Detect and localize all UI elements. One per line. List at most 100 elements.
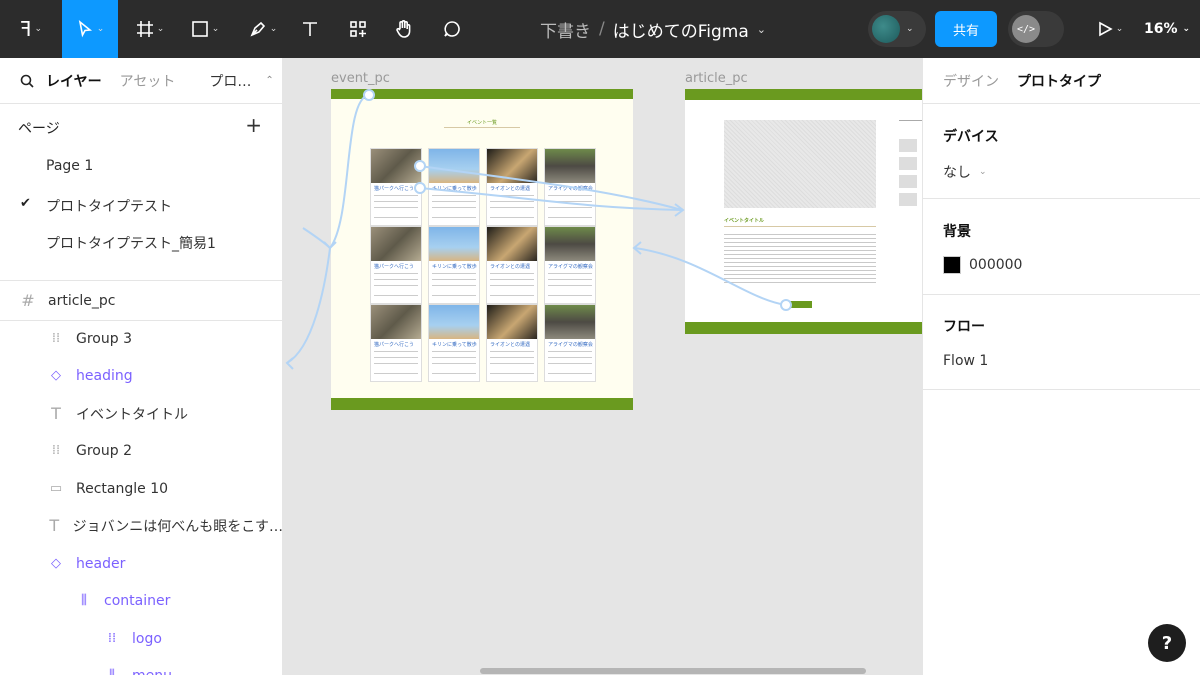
pen-tool-button[interactable]: ⌄ — [240, 0, 286, 58]
chevron-down-icon: ⌄ — [1115, 24, 1124, 34]
present-button[interactable]: ⌄ — [1090, 0, 1130, 58]
layer-row[interactable]: ◇ heading — [0, 357, 282, 394]
tab-prototype-pages[interactable]: プロ… — [209, 71, 251, 91]
frame-tool-button[interactable]: ⌄ — [128, 0, 172, 58]
frame-icon: # — [21, 291, 35, 310]
device-select[interactable]: なし ⌄ — [943, 162, 987, 182]
tab-prototype[interactable]: プロトタイプ — [1017, 71, 1101, 91]
play-icon — [1098, 21, 1113, 37]
page-item-selected[interactable]: プロトタイプテスト — [46, 196, 172, 216]
page-item[interactable]: プロトタイプテスト_簡易1 — [46, 233, 216, 253]
drafts-label[interactable]: 下書き — [540, 17, 591, 42]
flow-section: フロー Flow 1 — [923, 295, 1200, 390]
device-heading: デバイス — [943, 129, 999, 145]
layer-label: Rectangle 10 — [76, 480, 169, 497]
layer-row[interactable]: ⫼ container — [0, 582, 282, 619]
chevron-down-icon: ⌄ — [1182, 24, 1191, 34]
resources-button[interactable] — [342, 0, 374, 58]
component-icon: ◇ — [51, 368, 61, 383]
text-tool-button[interactable] — [294, 0, 326, 58]
move-tool-button[interactable]: ⌄ — [62, 0, 118, 58]
layer-row[interactable]: ◇ header — [0, 545, 282, 582]
figma-logo-icon: ꟻ — [19, 17, 32, 41]
frame-icon — [136, 21, 153, 37]
tab-design[interactable]: デザイン — [943, 71, 999, 91]
device-section: デバイス なし ⌄ — [923, 104, 1200, 199]
resources-icon — [350, 21, 366, 37]
hand-tool-button[interactable] — [388, 0, 420, 58]
background-hex[interactable]: 000000 — [969, 257, 1022, 273]
chevron-down-icon: ⌄ — [96, 24, 105, 34]
chevron-down-icon: ⌄ — [34, 24, 43, 34]
device-value: なし — [943, 165, 971, 181]
help-button[interactable]: ? — [1148, 624, 1186, 662]
canvas[interactable]: event_pc article_pc イベント一覧 猫パークへ行こう キリンに… — [283, 58, 922, 675]
group-icon: ⁞⁞ — [51, 443, 61, 458]
add-page-button[interactable]: + — [245, 115, 262, 138]
share-button[interactable]: 共有 — [935, 11, 997, 47]
color-swatch[interactable] — [943, 256, 961, 274]
tab-layers[interactable]: レイヤー — [46, 71, 102, 91]
layer-label: header — [76, 555, 126, 572]
layer-row[interactable]: T ジョバンニは何べんも眼をこす… — [0, 507, 283, 544]
right-panel-tabs: デザイン プロトタイプ — [923, 58, 1200, 104]
connector-handle — [414, 160, 426, 172]
file-title[interactable]: 下書き / はじめてのFigma ⌄ — [540, 0, 766, 58]
pen-icon — [250, 21, 265, 37]
layer-label: article_pc — [48, 292, 116, 309]
layer-row[interactable]: ▭ Rectangle 10 — [0, 470, 282, 507]
layer-frame-article-pc[interactable]: # article_pc — [0, 282, 282, 319]
rectangle-icon — [191, 21, 208, 37]
multiplayer-avatar-button[interactable]: ⌄ — [868, 11, 926, 47]
background-heading: 背景 — [943, 224, 971, 240]
layer-label: logo — [132, 630, 162, 647]
layer-row[interactable]: ⁞⁞ Group 3 — [0, 320, 282, 357]
layer-label: menu — [132, 668, 172, 675]
chevron-down-icon[interactable]: ⌄ — [757, 23, 766, 36]
divider — [0, 280, 282, 281]
layer-row[interactable]: T イベントタイトル — [0, 395, 282, 432]
flow-item[interactable]: Flow 1 — [943, 353, 988, 369]
comment-tool-button[interactable] — [436, 0, 468, 58]
auto-layout-icon: ⫼ — [81, 593, 87, 608]
zoom-menu[interactable]: 16% ⌄ — [1144, 0, 1190, 58]
text-icon: T — [51, 404, 61, 423]
tab-assets[interactable]: アセット — [120, 71, 176, 91]
shape-tool-button[interactable]: ⌄ — [182, 0, 228, 58]
code-icon: </> — [1012, 15, 1040, 43]
flow-label: Flow 1 — [943, 353, 989, 369]
background-color-field[interactable]: 000000 — [943, 256, 1022, 274]
layer-row[interactable]: ⁞⁞ logo — [0, 620, 282, 657]
pages-header: ページ + — [18, 115, 262, 138]
avatar — [872, 15, 900, 43]
prototype-connections — [285, 89, 792, 370]
connector-handle — [414, 182, 426, 194]
file-name[interactable]: はじめてのFigma — [613, 17, 749, 42]
group-icon: ⁞⁞ — [51, 331, 61, 346]
chevron-down-icon: ⌄ — [269, 24, 278, 34]
page-item[interactable]: Page 1 — [46, 158, 93, 174]
group-icon: ⁞⁞ — [107, 631, 117, 646]
arrow-head — [323, 241, 337, 250]
layer-row[interactable]: ⫼ menu — [0, 657, 282, 675]
check-icon: ✔ — [20, 196, 31, 211]
connector-handle — [363, 89, 375, 101]
text-icon: T — [49, 516, 60, 535]
connector-handle — [780, 299, 792, 311]
chevron-up-icon[interactable]: ⌃ — [265, 75, 273, 86]
layer-label: container — [104, 592, 171, 609]
chevron-down-icon: ⌄ — [211, 24, 220, 34]
layer-label: ジョバンニは何べんも眼をこす… — [72, 518, 283, 535]
pages-heading: ページ — [18, 121, 60, 137]
chevron-down-icon: ⌄ — [979, 167, 987, 177]
chevron-down-icon: ⌄ — [906, 24, 914, 34]
horizontal-scrollbar[interactable] — [480, 668, 866, 674]
main-menu-button[interactable]: ꟻ ⌄ — [8, 0, 54, 58]
hand-icon — [396, 20, 411, 38]
layer-row[interactable]: ⁞⁞ Group 2 — [0, 432, 282, 469]
flow-heading: フロー — [943, 319, 985, 335]
chevron-down-icon: ⌄ — [156, 24, 165, 34]
dev-mode-toggle[interactable]: </> — [1008, 11, 1064, 47]
search-icon[interactable] — [20, 74, 34, 88]
layer-label: イベントタイトル — [76, 406, 188, 423]
